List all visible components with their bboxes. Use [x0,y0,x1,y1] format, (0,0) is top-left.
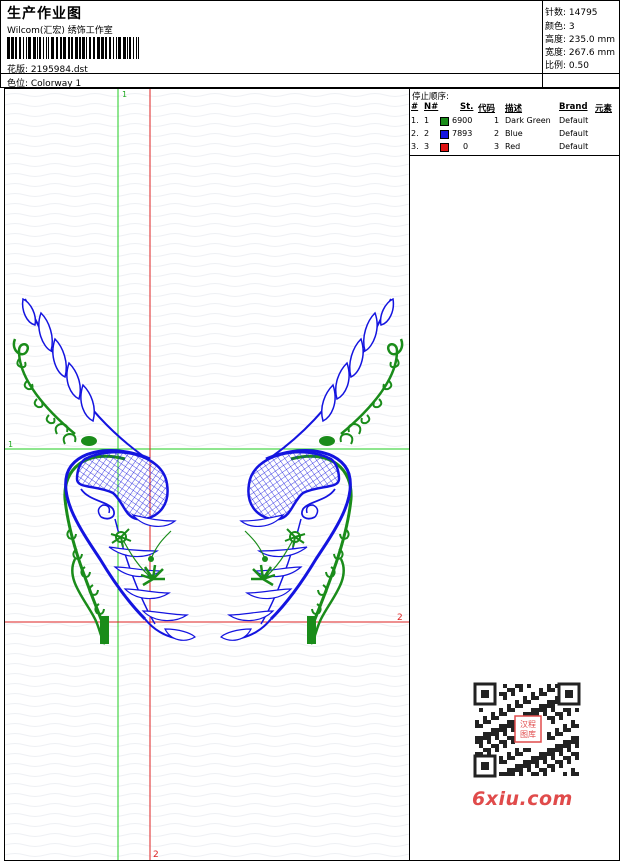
color-swatch [440,143,449,152]
row-brand: Default [559,129,589,138]
row-code: 1 [494,116,500,125]
col-header-stitches: St. [460,102,474,112]
row-index: 2. [411,129,419,138]
row-description: Red [505,142,521,151]
header: 生产作业图 Wilcom(汇宏) 绣饰工作室 花版: 2195984.dst 色… [0,0,620,89]
row-brand: Default [559,116,589,125]
color-swatch [440,117,449,126]
seal-text-bottom: 图库 [520,729,536,739]
stat-colors: 颜色: 3 [545,22,575,32]
row-code: 3 [494,142,500,151]
row-description: Dark Green [505,116,551,125]
seal-text-top: 汉程 [520,720,536,729]
design-canvas: 1 1 2 2 [4,88,410,861]
guide-label-h1: 1 [8,440,13,449]
col-header-code: 代码 [478,104,496,114]
watermark-logo: 6xiu.com [472,788,573,810]
qr-code: 汉程 图库 [471,680,583,780]
stat-scale: 比例: 0.50 [545,61,589,71]
row-brand: Default [559,142,589,151]
row-description: Blue [505,129,523,138]
row-needle: 3 [424,142,430,151]
stats-panel: 针数: 14795 颜色: 3 高度: 235.0 mm 宽度: 267.6 m… [542,1,620,89]
col-header-needle: N# [424,102,439,112]
col-header-description: 描述 [505,104,523,114]
table-divider [410,155,619,156]
col-header-brand: Brand [559,102,588,112]
guide-label-v1: 1 [122,90,127,99]
guide-label-v2: 2 [153,850,159,860]
barcode [7,37,139,59]
stat-stitches: 针数: 14795 [545,8,598,18]
row-index: 3. [411,142,419,151]
row-stitches: 6900 [452,116,473,125]
table-row[interactable]: 3. 3 0 3 Red Default [410,142,619,154]
header-divider [1,73,542,74]
table-row[interactable]: 1. 1 6900 1 Dark Green Default [410,116,619,128]
row-stitches: 7893 [452,129,473,138]
col-header-index: # [411,102,419,112]
guide-label-h2: 2 [397,613,403,623]
stat-width: 宽度: 267.6 mm [545,48,616,58]
company-name: Wilcom(汇宏) 绣饰工作室 [7,26,113,36]
row-index: 1. [411,116,419,125]
row-needle: 1 [424,116,430,125]
page-title: 生产作业图 [7,6,82,22]
row-code: 2 [494,129,500,138]
stats-divider [543,73,620,74]
color-swatch [440,130,449,139]
row-stitches: 0 [463,142,469,151]
table-row[interactable]: 2. 2 7893 2 Blue Default [410,129,619,141]
stat-height: 高度: 235.0 mm [545,35,616,45]
col-header-element: 元素 [595,104,613,114]
embroidery-design: 1 1 2 2 [5,89,409,860]
stop-sequence-title: 停止顺序: [412,92,449,102]
row-needle: 2 [424,129,430,138]
